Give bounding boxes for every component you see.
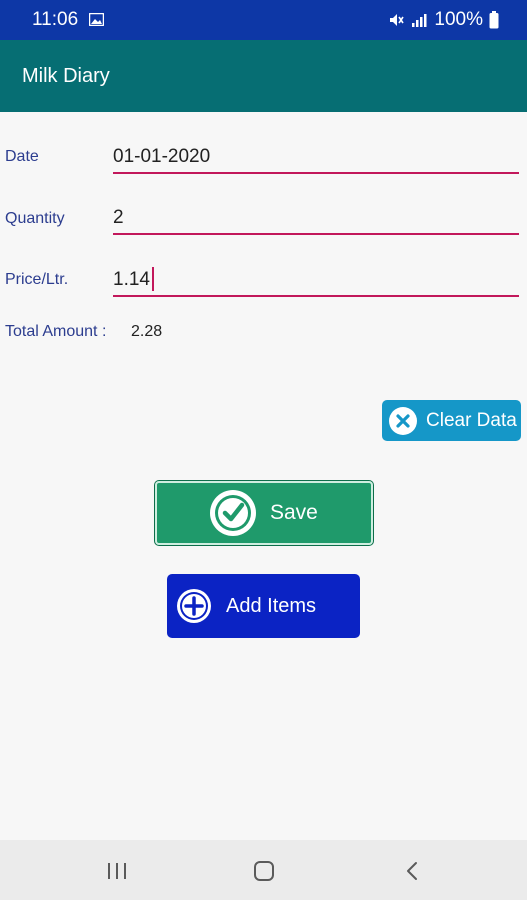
save-label: Save (270, 501, 318, 524)
clear-data-label: Clear Data (426, 409, 517, 431)
app-bar: Milk Diary (0, 40, 527, 112)
price-field[interactable] (113, 265, 519, 297)
clear-icon (389, 406, 417, 435)
price-label: Price/Ltr. (5, 271, 69, 288)
add-items-button[interactable]: Add Items (167, 574, 360, 638)
navigation-bar (0, 840, 527, 900)
signal-icon (412, 14, 427, 27)
check-circle-icon (210, 490, 256, 536)
status-icons: 100% (388, 9, 499, 31)
battery-percent: 100% (434, 9, 483, 30)
status-time: 11:06 (32, 9, 79, 30)
plus-circle-icon (177, 589, 211, 623)
quantity-label: Quantity (5, 210, 65, 227)
gallery-icon (89, 13, 104, 26)
text-cursor (152, 267, 154, 291)
recent-apps-icon[interactable] (106, 860, 128, 882)
back-icon[interactable] (402, 860, 422, 882)
mute-icon (390, 14, 405, 26)
add-items-label: Add Items (226, 594, 317, 617)
battery-icon (489, 11, 499, 29)
total-amount-label: Total Amount : (5, 323, 107, 340)
home-icon[interactable] (252, 860, 276, 882)
app-title: Milk Diary (22, 65, 110, 87)
clear-data-button[interactable]: Clear Data (382, 400, 521, 441)
quantity-field[interactable] (113, 203, 519, 235)
total-amount-value: 2.28 (131, 323, 163, 340)
date-label: Date (5, 148, 39, 165)
save-button[interactable]: Save (155, 481, 373, 545)
date-field[interactable] (113, 142, 519, 174)
status-bar: 11:06 100% (0, 0, 527, 40)
